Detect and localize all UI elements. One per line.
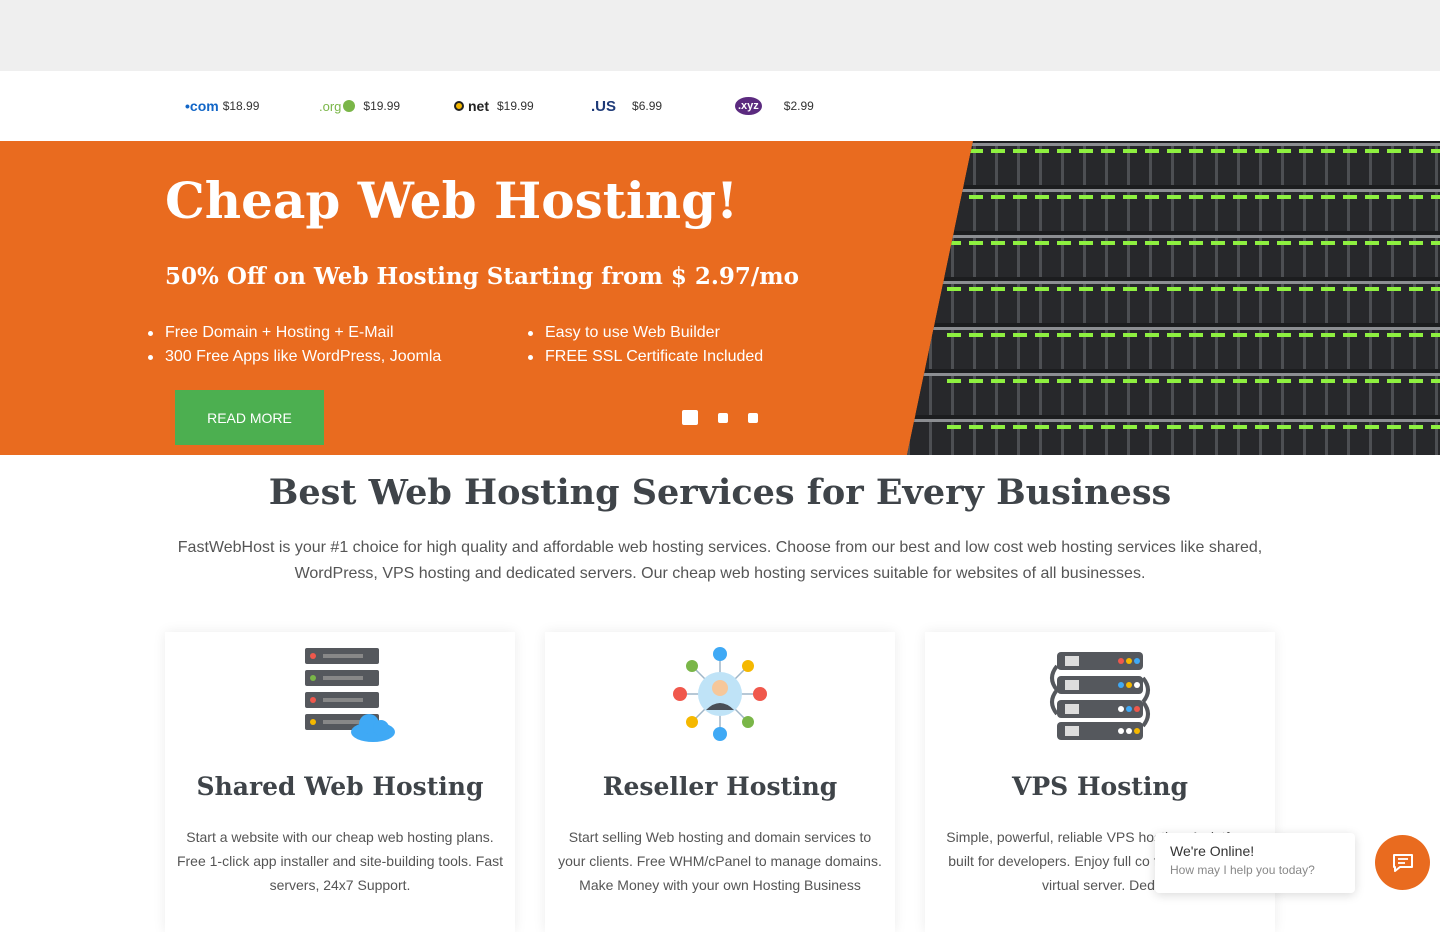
slider-dots [682,410,758,425]
chat-prompt: How may I help you today? [1170,863,1315,877]
chat-popup[interactable]: We're Online! How may I help you today? [1155,833,1355,893]
domain-price: $18.99 [222,99,260,113]
slider-dot-3[interactable] [748,412,758,423]
domain-xyz[interactable]: .xyz $2.99 [735,71,814,141]
domain-org[interactable]: .org $19.99 [319,71,400,141]
card-title: Reseller Hosting [602,772,838,801]
card-title: Shared Web Hosting [196,772,484,801]
card-reseller-hosting[interactable]: Reseller Hosting Start selling Web hosti… [545,632,895,932]
chat-status: We're Online! [1170,843,1255,859]
domain-net[interactable]: net $19.99 [454,71,534,141]
card-text: Start a website with our cheap web hosti… [176,829,504,893]
section-description: FastWebHost is your #1 choice for high q… [177,539,1263,582]
hero-title: Cheap Web Hosting! [165,171,739,230]
domain-price: $6.99 [632,99,663,113]
xyz-logo: .xyz [735,97,762,115]
domain-price: $19.99 [363,99,401,113]
domain-us[interactable]: .US $6.99 [591,71,662,141]
slider-dot-2[interactable] [718,412,728,423]
card-text: Start selling Web hosting and domain ser… [558,829,882,893]
org-logo: .org [319,99,356,114]
feature-item: 300 Free Apps like WordPress, Joomla [147,345,441,369]
section-title: Best Web Hosting Services for Every Busi… [268,472,1172,513]
chat-icon [1392,853,1413,872]
com-logo: •com [185,98,219,114]
reseller-network-icon [673,647,767,741]
hero-feature-list-right: Easy to use Web Builder FREE SSL Certifi… [527,321,763,369]
top-bar [0,0,1440,71]
domain-price-bar: •com $18.99 .org $19.99 net $19.99 .US $… [0,71,1440,141]
card-shared-hosting[interactable]: Shared Web Hosting Start a website with … [165,632,515,932]
feature-item: FREE SSL Certificate Included [527,345,763,369]
vps-servers-icon [1050,652,1150,740]
server-cloud-icon [305,648,395,742]
domain-price: $2.99 [783,99,814,113]
hero-subtitle: 50% Off on Web Hosting Starting from $ 2… [165,263,799,290]
feature-item: Easy to use Web Builder [527,321,763,345]
hero-slider: Cheap Web Hosting! 50% Off on Web Hostin… [0,141,1440,455]
card-title: VPS Hosting [1011,772,1189,801]
feature-item: Free Domain + Hosting + E-Mail [147,321,441,345]
slider-dot-1[interactable] [682,410,698,425]
chat-button[interactable] [1375,835,1430,890]
domain-price: $19.99 [497,99,534,113]
hero-feature-list-left: Free Domain + Hosting + E-Mail 300 Free … [147,321,441,369]
read-more-button[interactable]: READ MORE [175,390,324,445]
server-rack-image [907,141,1440,455]
net-logo: net [454,98,489,114]
domain-com[interactable]: •com $18.99 [185,71,259,141]
us-logo: .US [591,97,617,115]
